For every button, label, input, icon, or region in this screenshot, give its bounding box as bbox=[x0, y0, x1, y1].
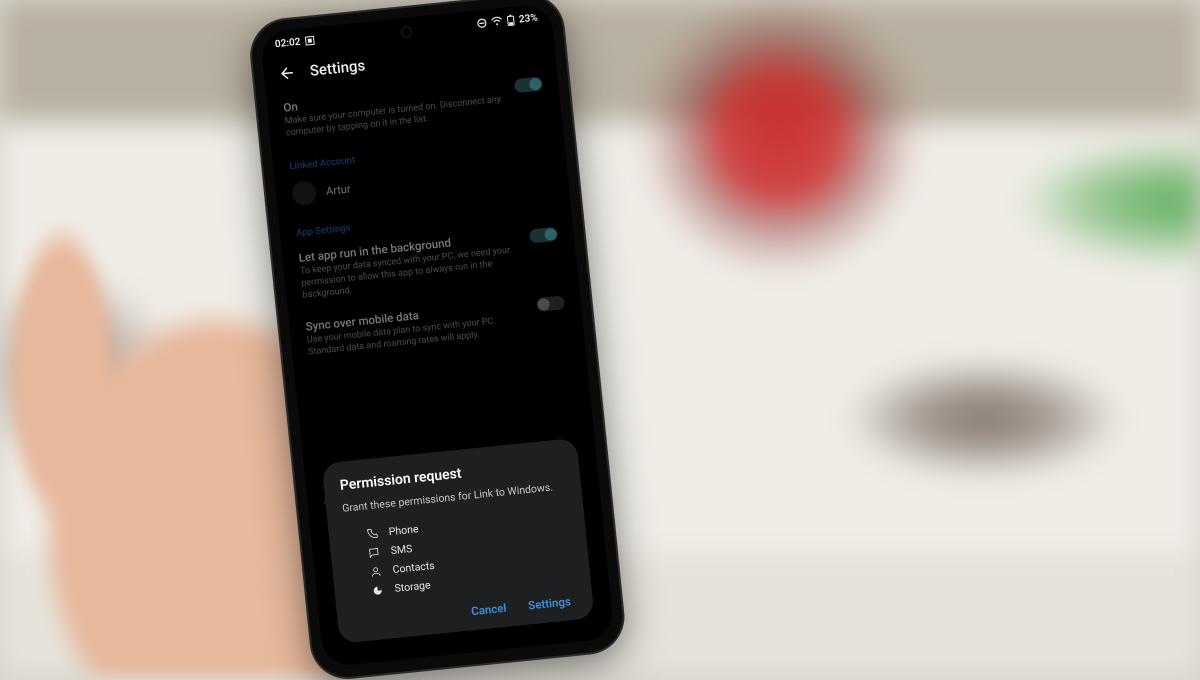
setting-background-toggle[interactable] bbox=[529, 227, 558, 244]
page-title: Settings bbox=[309, 56, 366, 80]
permission-storage-label: Storage bbox=[394, 578, 431, 595]
sms-icon bbox=[366, 546, 381, 559]
phone-frame: 02:02 23% bbox=[249, 0, 626, 680]
settings-button[interactable]: Settings bbox=[527, 594, 571, 612]
setting-on-toggle[interactable] bbox=[514, 76, 543, 93]
screenshot-icon bbox=[304, 35, 315, 46]
do-not-disturb-icon bbox=[477, 18, 488, 29]
phone-icon bbox=[364, 527, 379, 540]
storage-icon bbox=[370, 583, 385, 596]
cancel-button[interactable]: Cancel bbox=[470, 601, 507, 618]
phone-screen: 02:02 23% bbox=[260, 3, 615, 667]
battery-icon bbox=[506, 14, 515, 27]
setting-mobile-data-toggle[interactable] bbox=[536, 296, 565, 313]
back-icon[interactable] bbox=[277, 63, 297, 83]
wifi-icon bbox=[491, 16, 504, 27]
permission-contacts-label: Contacts bbox=[392, 559, 435, 576]
status-battery-pct: 23% bbox=[518, 12, 538, 25]
account-name: Artur bbox=[325, 182, 351, 197]
permission-list: Phone SMS Contacts bbox=[344, 504, 575, 602]
contacts-icon bbox=[368, 565, 383, 578]
permission-phone-label: Phone bbox=[388, 522, 419, 538]
status-time: 02:02 bbox=[274, 36, 301, 50]
permission-dialog: Permission request Grant these permissio… bbox=[322, 438, 595, 644]
permission-sms-label: SMS bbox=[390, 542, 413, 557]
avatar bbox=[291, 180, 317, 206]
